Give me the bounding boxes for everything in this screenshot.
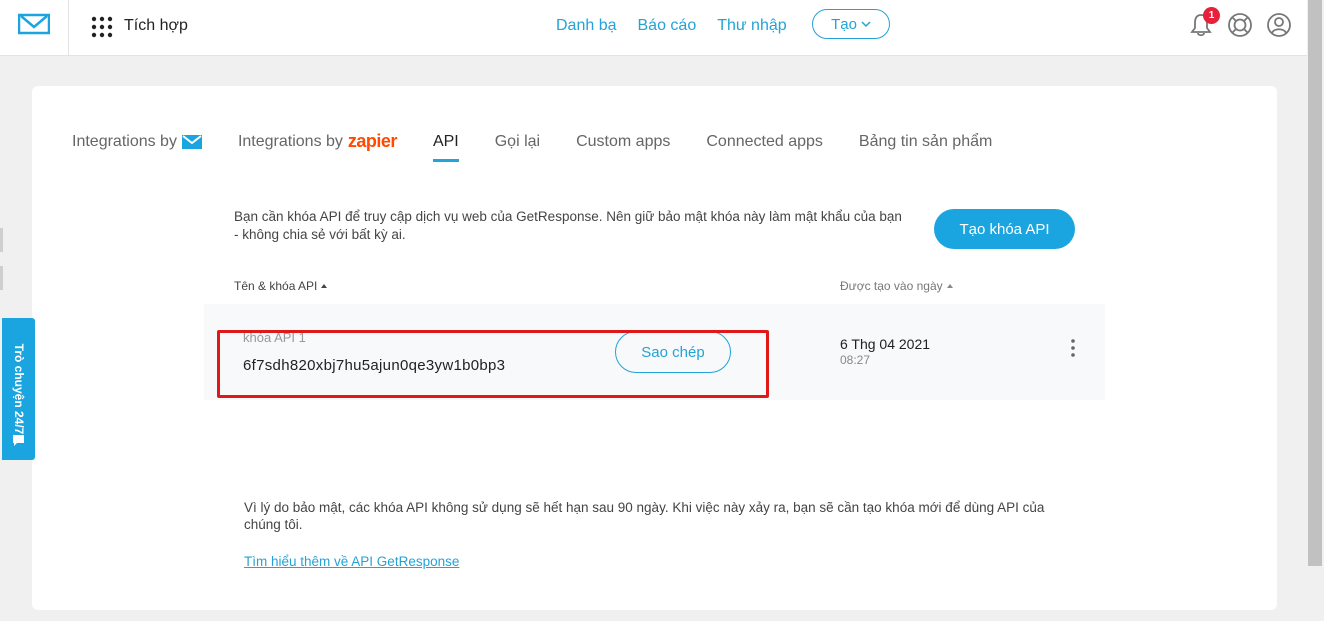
nav-contacts[interactable]: Danh bạ <box>556 17 617 35</box>
apps-grid-icon[interactable] <box>91 16 113 38</box>
tab-product-news[interactable]: Bảng tin sản phẩm <box>859 131 992 152</box>
create-label: Tạo <box>831 15 857 33</box>
tab-label: Bảng tin sản phẩm <box>858 132 993 150</box>
api-intro-text: Bạn cần khóa API để truy cập dịch vụ web… <box>234 209 902 242</box>
chevron-down-icon <box>861 21 871 28</box>
page-title: Tích hợp <box>124 17 188 34</box>
create-api-key-button[interactable]: Tạo khóa API <box>934 209 1075 249</box>
column-header-date[interactable]: Được tạo vào ngày <box>840 279 954 293</box>
sort-up-icon <box>946 284 953 288</box>
create-dropdown-button[interactable]: Tạo <box>812 9 890 39</box>
tab-label: API <box>432 132 459 150</box>
edge-divider <box>0 228 3 252</box>
help-lifebuoy-icon[interactable] <box>1227 12 1253 38</box>
chat-bubble-icon <box>13 435 24 446</box>
nav-income[interactable]: Thư nhập <box>717 17 786 35</box>
tab-label: Integrations by <box>72 132 177 150</box>
more-options-icon[interactable] <box>1066 338 1080 358</box>
logo-button[interactable] <box>0 0 69 55</box>
highlight-box <box>217 330 769 398</box>
edge-divider <box>0 266 3 290</box>
tab-label: Integrations by <box>237 132 343 150</box>
sort-up-icon <box>321 284 328 288</box>
chat-label: Trò chuyện 24/7 <box>11 343 26 435</box>
user-account-icon[interactable] <box>1266 12 1292 38</box>
top-bar: Tích hợp Danh bạ Báo cáo Thư nhập Tạo 1 <box>0 0 1307 56</box>
tab-label: Gọi lại <box>494 132 541 150</box>
integrations-card: Integrations by Integrations by zapier A… <box>32 86 1277 610</box>
tab-integrations-zapier[interactable]: Integrations by zapier <box>238 131 397 152</box>
chat-24-7-tab[interactable]: Trò chuyện 24/7 <box>2 318 35 460</box>
zapier-logo: zapier <box>347 131 398 151</box>
tab-custom-apps[interactable]: Custom apps <box>576 131 670 152</box>
scrollbar-thumb[interactable] <box>1308 0 1322 566</box>
tab-connected-apps[interactable]: Connected apps <box>706 131 823 152</box>
notification-badge: 1 <box>1203 7 1220 24</box>
tab-callbacks[interactable]: Gọi lại <box>495 131 540 152</box>
column-header-name[interactable]: Tên & khóa API <box>234 279 328 293</box>
integration-tabs: Integrations by Integrations by zapier A… <box>72 131 1028 162</box>
tab-label: Connected apps <box>706 132 823 150</box>
column-header-date-label: Được tạo vào ngày <box>840 279 943 293</box>
created-date: 6 Thg 04 2021 <box>840 336 931 352</box>
column-header-name-label: Tên & khóa API <box>234 279 318 293</box>
getresponse-mail-icon <box>181 134 202 149</box>
getresponse-logo-icon <box>18 13 50 35</box>
main-nav: Danh bạ Báo cáo Thư nhập <box>556 17 787 35</box>
created-time: 08:27 <box>840 353 871 367</box>
page-scrollbar[interactable] <box>1307 0 1324 621</box>
tab-label: Custom apps <box>576 132 671 150</box>
tab-api[interactable]: API <box>432 131 459 162</box>
expiry-note: Vì lý do bảo mật, các khóa API không sử … <box>244 500 1045 532</box>
learn-more-api-link[interactable]: Tìm hiểu thêm về API GetResponse <box>244 554 459 569</box>
nav-reports[interactable]: Báo cáo <box>638 17 697 35</box>
tab-integrations-getresponse[interactable]: Integrations by <box>72 131 202 152</box>
